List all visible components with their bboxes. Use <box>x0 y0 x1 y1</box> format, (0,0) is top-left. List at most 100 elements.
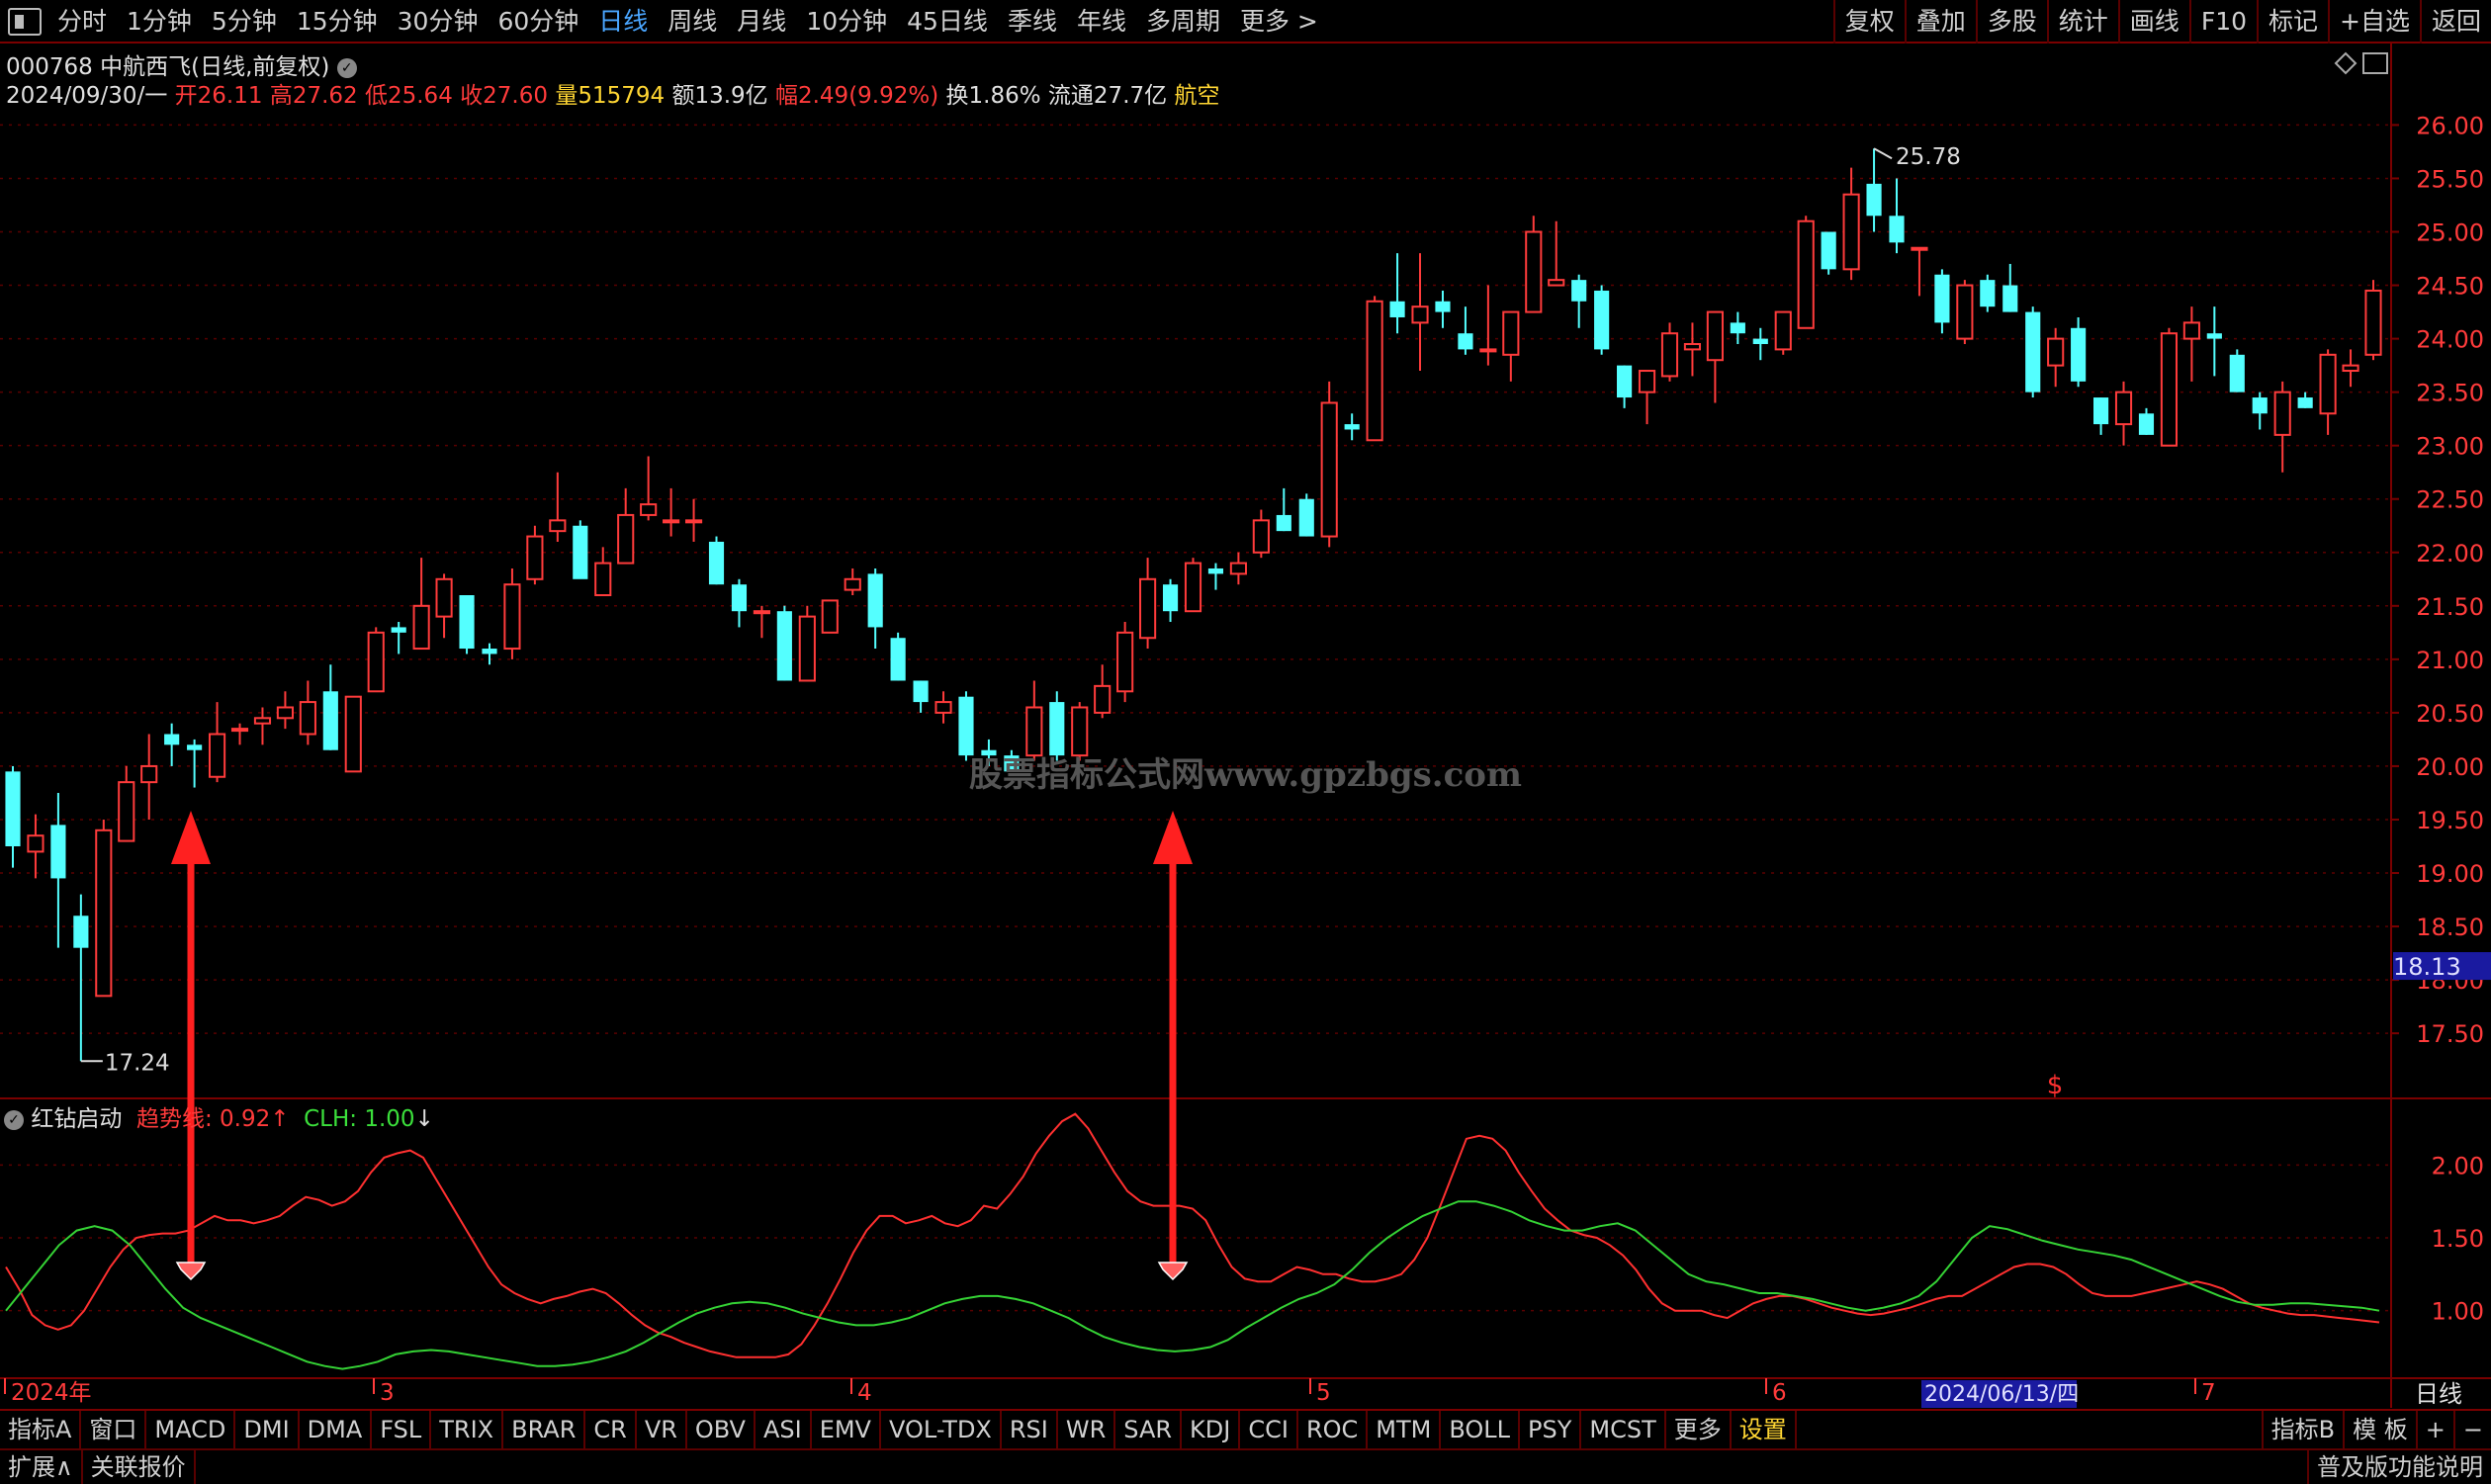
indicator-dropdown-icon[interactable]: ✓ <box>4 1109 24 1130</box>
period-tab[interactable]: 30分钟 <box>388 0 489 42</box>
candle-body <box>1934 274 1950 323</box>
candle <box>1435 290 1451 328</box>
window-toggle-icon[interactable] <box>8 8 42 36</box>
period-tab[interactable]: 更多 > <box>1230 0 1328 42</box>
indicator-tab[interactable]: BOLL <box>1441 1411 1521 1448</box>
period-tab[interactable]: 15分钟 <box>287 0 388 42</box>
period-tab[interactable]: 45日线 <box>897 0 998 42</box>
toolbar-button[interactable]: F10 <box>2188 0 2257 44</box>
footer-button[interactable]: 关联报价 <box>83 1450 196 1484</box>
candle <box>367 627 385 693</box>
candle <box>1594 285 1610 355</box>
indicator-tab-right[interactable]: 指标B <box>2261 1411 2343 1448</box>
indicator-tab-right[interactable]: − <box>2452 1411 2491 1448</box>
period-tab[interactable]: 多周期 <box>1136 0 1230 42</box>
candle-body <box>1458 333 1473 350</box>
indicator-tabs: 指标A 窗口 MACD DMI DMA FSL TRIX BRAR CR VR OBV ASI EMV V… <box>0 1411 1797 1448</box>
candle-body <box>2206 333 2222 339</box>
indicator-tab[interactable]: EMV <box>812 1411 881 1448</box>
candle-body <box>1706 310 1724 362</box>
indicator-tab[interactable]: 指标A <box>0 1411 82 1448</box>
toolbar-button[interactable]: 叠加 <box>1904 0 1976 44</box>
toolbar-button[interactable]: 复权 <box>1832 0 1905 44</box>
price-tick-label: 21.00 <box>2416 647 2484 674</box>
period-tab[interactable]: 60分钟 <box>488 0 588 42</box>
candle-body <box>1366 300 1383 442</box>
indicator-axis: 2.00 1.50 1.00 <box>2432 1152 2484 1325</box>
indicator-tab[interactable]: KDJ <box>1182 1411 1241 1448</box>
candle <box>1980 274 1996 312</box>
indicator-tab[interactable]: SAR <box>1115 1411 1183 1448</box>
candle-body <box>367 631 385 693</box>
indicator-tab[interactable]: CCI <box>1240 1411 1298 1448</box>
candle <box>2114 381 2133 446</box>
period-tab[interactable]: 月线 <box>727 0 796 42</box>
candle <box>1502 310 1520 382</box>
indicator-tab[interactable]: PSY <box>1520 1411 1582 1448</box>
candle <box>1911 246 1928 297</box>
indicator-tab[interactable]: 更多 <box>1666 1411 1732 1448</box>
indicator-tab[interactable]: ASI <box>756 1411 812 1448</box>
candle-body <box>2093 397 2109 425</box>
candle <box>459 595 475 655</box>
candle <box>2273 381 2291 473</box>
period-tab[interactable]: 1分钟 <box>117 0 202 42</box>
indicator-tab[interactable]: RSI <box>1002 1411 1058 1448</box>
indicator-tab[interactable]: MTM <box>1368 1411 1442 1448</box>
toolbar-button[interactable]: 统计 <box>2046 0 2118 44</box>
candle-body <box>391 627 406 633</box>
candle <box>549 472 567 542</box>
candle <box>391 622 406 655</box>
indicator-tab[interactable]: OBV <box>687 1411 756 1448</box>
indicator-tab[interactable]: CR <box>585 1411 637 1448</box>
candle <box>640 456 658 521</box>
toolbar-button[interactable]: 返回 <box>2419 0 2491 44</box>
low-marker-label: 17.24 <box>105 1050 170 1076</box>
indicator-tab[interactable]: VR <box>637 1411 687 1448</box>
candle <box>2182 306 2200 382</box>
footer-button[interactable]: 扩展∧ <box>0 1450 83 1484</box>
indicator-name[interactable]: 红钻启动 <box>31 1106 122 1132</box>
indicator-tab-right[interactable]: 模 板 <box>2343 1411 2416 1448</box>
period-tab[interactable]: 年线 <box>1067 0 1136 42</box>
toolbar-button[interactable]: 标记 <box>2257 0 2328 44</box>
period-tab[interactable]: 分时 <box>47 0 117 42</box>
candle-body <box>753 610 770 615</box>
indicator-tab[interactable]: DMA <box>300 1411 373 1448</box>
candle <box>118 765 135 842</box>
candle-body <box>2273 391 2291 436</box>
toolbar-button[interactable]: 画线 <box>2117 0 2189 44</box>
indicator-tab-right[interactable]: + <box>2415 1411 2453 1448</box>
indicator-tab[interactable]: ROC <box>1298 1411 1369 1448</box>
candle <box>1116 622 1134 703</box>
candle-body <box>1094 684 1112 714</box>
indicator-tab[interactable]: WR <box>1058 1411 1116 1448</box>
indicator-tab[interactable]: BRAR <box>503 1411 586 1448</box>
candle <box>27 814 44 879</box>
indicator-tab[interactable]: TRIX <box>431 1411 504 1448</box>
help-button[interactable]: 普及版功能说明 <box>2307 1450 2491 1484</box>
indicator-tab[interactable]: VOL-TDX <box>881 1411 1002 1448</box>
candle <box>2364 280 2382 361</box>
indicator-tab[interactable]: 设置 <box>1732 1411 1797 1448</box>
period-label: 日线 <box>2415 1380 2462 1408</box>
candle-body <box>1229 562 1247 575</box>
candle <box>913 680 929 713</box>
period-tab[interactable]: 季线 <box>998 0 1067 42</box>
candle <box>776 605 792 681</box>
period-tab[interactable]: 10分钟 <box>796 0 897 42</box>
indicator-tab[interactable]: DMI <box>235 1411 300 1448</box>
candle-body <box>573 525 588 579</box>
indicator-tab[interactable]: 窗口 <box>81 1411 147 1448</box>
indicator-tab[interactable]: FSL <box>372 1411 432 1448</box>
kline-chart[interactable]: 26.00 25.50 25.00 24.50 24.00 23.50 23.00 22.50… <box>0 44 2491 1408</box>
indicator-tab[interactable]: MACD <box>146 1411 236 1448</box>
toolbar-button[interactable]: 多股 <box>1975 0 2047 44</box>
period-tab[interactable]: 日线 <box>588 0 658 42</box>
period-tab[interactable]: 周线 <box>658 0 727 42</box>
price-tick-label: 22.50 <box>2416 486 2484 514</box>
period-tab[interactable]: 5分钟 <box>202 0 287 42</box>
toolbar-button[interactable]: +自选 <box>2328 0 2420 44</box>
indicator-tab[interactable]: MCST <box>1581 1411 1666 1448</box>
red-diamond-icon <box>1157 1262 1189 1281</box>
